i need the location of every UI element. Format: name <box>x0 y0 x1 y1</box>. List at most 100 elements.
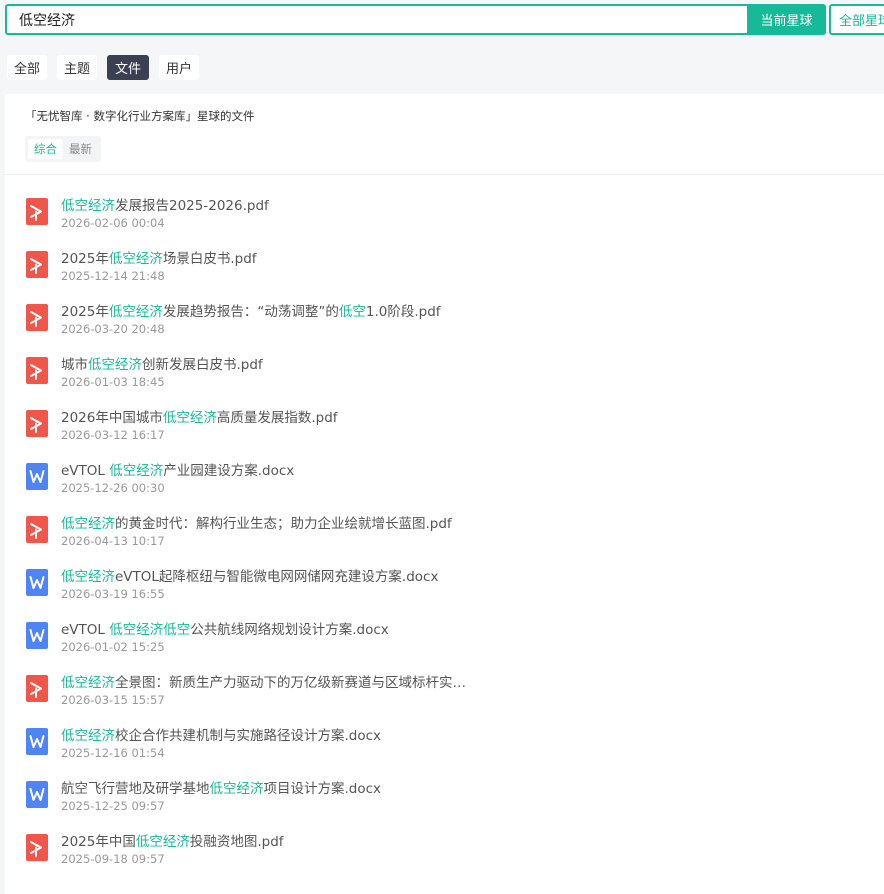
file-name-highlight: 低空经济 <box>61 516 115 532</box>
file-name-highlight: 低空经济 <box>135 834 190 850</box>
file-name-highlight: 低空经济 <box>61 569 115 585</box>
files-panel: 「无忧智库 · 数字化行业方案库」星球的文件 综合 最新 低空经济发展报告202… <box>5 94 884 894</box>
sort-tabs: 综合 最新 <box>25 136 101 162</box>
file-name-highlight: 低空 <box>338 304 366 320</box>
pdf-icon <box>26 304 48 331</box>
file-date: 2026-04-13 10:17 <box>61 534 165 548</box>
pdf-icon <box>26 251 48 278</box>
file-name-highlight: 低空经济 <box>209 781 264 797</box>
doc-icon <box>26 728 48 755</box>
file-name[interactable]: 低空经济发展报告2025-2026.pdf <box>61 194 269 214</box>
file-list: 低空经济发展报告2025-2026.pdf 2026-02-06 00:04 202… <box>5 190 884 879</box>
file-name-highlight: 低空经济 <box>108 304 163 320</box>
file-name-text: 产业园建设方案.docx <box>163 463 295 479</box>
file-name-highlight: 低空经济 <box>61 675 115 691</box>
pdf-icon <box>26 357 48 384</box>
file-name[interactable]: 2025年低空经济场景白皮书.pdf <box>61 247 257 267</box>
file-name[interactable]: 航空飞行营地及研学基地低空经济项目设计方案.docx <box>61 777 381 797</box>
file-date: 2026-01-03 18:45 <box>61 375 165 389</box>
file-date: 2026-01-02 15:25 <box>61 640 165 654</box>
file-name[interactable]: 2025年中国低空经济投融资地图.pdf <box>61 830 284 850</box>
doc-icon <box>26 781 48 808</box>
file-name-text: 航空飞行营地及研学基地 <box>61 781 210 797</box>
file-name-highlight: 低空经济低空 <box>109 622 191 638</box>
search-current-planet-button[interactable]: 当前星球 <box>747 4 826 35</box>
file-name-text: 1.0阶段.pdf <box>365 304 441 320</box>
file-name-text: 创新发展白皮书.pdf <box>142 357 263 373</box>
type-tabs: 全部 主题 文件 用户 <box>7 55 200 80</box>
file-name[interactable]: 城市低空经济创新发展白皮书.pdf <box>61 353 263 373</box>
pdf-icon <box>26 198 48 225</box>
file-list-item[interactable]: 2025年低空经济场景白皮书.pdf 2025-12-14 21:48 <box>5 243 884 296</box>
file-name-text: 2026年中国城市 <box>61 410 163 426</box>
file-name-text: eVTOL起降枢纽与智能微电网网储网充建设方案.docx <box>115 569 439 585</box>
panel-header: 「无忧智库 · 数字化行业方案库」星球的文件 综合 最新 <box>5 94 884 175</box>
tab-files[interactable]: 文件 <box>107 55 150 80</box>
tab-all[interactable]: 全部 <box>7 55 48 80</box>
file-list-item[interactable]: 低空经济全景图：新质生产力驱动下的万亿级新赛道与区域标杆实… 2026-03-15… <box>5 667 884 720</box>
file-list-item[interactable]: 2026年中国城市低空经济高质量发展指数.pdf 2026-03-12 16:17 <box>5 402 884 455</box>
doc-icon <box>26 569 48 596</box>
file-list-item[interactable]: eVTOL 低空经济低空公共航线网络规划设计方案.docx 2026-01-02 … <box>5 614 884 667</box>
file-name-text: 城市 <box>61 357 88 373</box>
file-date: 2026-03-12 16:17 <box>61 428 165 442</box>
search-all-planets-button[interactable]: 全部星球 <box>829 4 884 35</box>
file-list-item[interactable]: 低空经济校企合作共建机制与实施路径设计方案.docx 2025-12-16 01:… <box>5 720 884 773</box>
file-date: 2025-12-16 01:54 <box>61 746 165 760</box>
file-name-text: eVTOL <box>61 622 110 638</box>
search-box[interactable] <box>5 4 747 35</box>
file-date: 2026-02-06 00:04 <box>61 216 165 230</box>
tab-users[interactable]: 用户 <box>159 55 200 80</box>
file-name[interactable]: 2026年中国城市低空经济高质量发展指数.pdf <box>61 406 338 426</box>
doc-icon <box>26 463 48 490</box>
file-name-text: 高质量发展指数.pdf <box>216 410 338 426</box>
search-input[interactable] <box>19 10 719 30</box>
file-name-text: 全景图：新质生产力驱动下的万亿级新赛道与区域标杆实… <box>115 675 466 691</box>
file-name-highlight: 低空经济 <box>108 251 163 267</box>
file-list-item[interactable]: 低空经济的黄金时代：解构行业生态；助力企业绘就增长蓝图.pdf 2026-04-1… <box>5 508 884 561</box>
file-name[interactable]: 2025年低空经济发展趋势报告：“动荡调整”的低空1.0阶段.pdf <box>61 300 441 320</box>
file-list-item[interactable]: eVTOL 低空经济产业园建设方案.docx 2025-12-26 00:30 <box>5 455 884 508</box>
file-list-item[interactable]: 低空经济发展报告2025-2026.pdf 2026-02-06 00:04 <box>5 190 884 243</box>
file-name-text: 投融资地图.pdf <box>189 834 284 850</box>
file-name-text: 发展趋势报告：“动荡调整”的 <box>162 304 339 320</box>
file-date: 2026-03-15 15:57 <box>61 693 165 707</box>
file-date: 2025-12-25 09:57 <box>61 799 165 813</box>
file-name-highlight: 低空经济 <box>162 410 217 426</box>
pdf-icon <box>26 410 48 437</box>
search-bar: 当前星球 全部星球 <box>5 4 884 35</box>
file-name-text: 2025年 <box>61 251 109 267</box>
file-date: 2026-03-20 20:48 <box>61 322 165 336</box>
file-date: 2026-03-19 16:55 <box>61 587 165 601</box>
file-name-text: 项目设计方案.docx <box>263 781 382 797</box>
pdf-icon <box>26 834 48 861</box>
sort-tab-comprehensive[interactable]: 综合 <box>28 139 63 159</box>
file-name-highlight: 低空经济 <box>61 728 115 744</box>
file-name-text: 校企合作共建机制与实施路径设计方案.docx <box>115 728 382 744</box>
file-name-highlight: 低空经济 <box>109 463 164 479</box>
file-name[interactable]: eVTOL 低空经济低空公共航线网络规划设计方案.docx <box>61 618 389 638</box>
file-list-item[interactable]: 航空飞行营地及研学基地低空经济项目设计方案.docx 2025-12-25 09:… <box>5 773 884 826</box>
doc-icon <box>26 622 48 649</box>
file-name-text: eVTOL <box>61 463 110 479</box>
file-list-item[interactable]: 城市低空经济创新发展白皮书.pdf 2026-01-03 18:45 <box>5 349 884 402</box>
file-name-text: 2025年 <box>61 304 109 320</box>
pdf-icon <box>26 516 48 543</box>
file-name-highlight: 低空经济 <box>61 198 115 214</box>
file-name[interactable]: 低空经济的黄金时代：解构行业生态；助力企业绘就增长蓝图.pdf <box>61 512 452 532</box>
file-name-text: 发展报告2025-2026.pdf <box>115 198 269 214</box>
file-name[interactable]: 低空经济eVTOL起降枢纽与智能微电网网储网充建设方案.docx <box>61 565 438 585</box>
file-name-highlight: 低空经济 <box>88 357 142 373</box>
file-list-item[interactable]: 低空经济eVTOL起降枢纽与智能微电网网储网充建设方案.docx 2026-03-… <box>5 561 884 614</box>
file-list-item[interactable]: 2025年低空经济发展趋势报告：“动荡调整”的低空1.0阶段.pdf 2026-0… <box>5 296 884 349</box>
file-date: 2025-12-26 00:30 <box>61 481 165 495</box>
file-name-text: 的黄金时代：解构行业生态；助力企业绘就增长蓝图.pdf <box>115 516 452 532</box>
tab-topics[interactable]: 主题 <box>57 55 98 80</box>
file-name-text: 公共航线网络规划设计方案.docx <box>190 622 389 638</box>
file-list-item[interactable]: 2025年中国低空经济投融资地图.pdf 2025-09-18 09:57 <box>5 826 884 879</box>
file-date: 2025-09-18 09:57 <box>61 852 165 866</box>
file-name[interactable]: 低空经济全景图：新质生产力驱动下的万亿级新赛道与区域标杆实… <box>61 671 466 691</box>
file-name[interactable]: 低空经济校企合作共建机制与实施路径设计方案.docx <box>61 724 381 744</box>
sort-tab-latest[interactable]: 最新 <box>63 139 98 159</box>
file-name[interactable]: eVTOL 低空经济产业园建设方案.docx <box>61 459 294 479</box>
